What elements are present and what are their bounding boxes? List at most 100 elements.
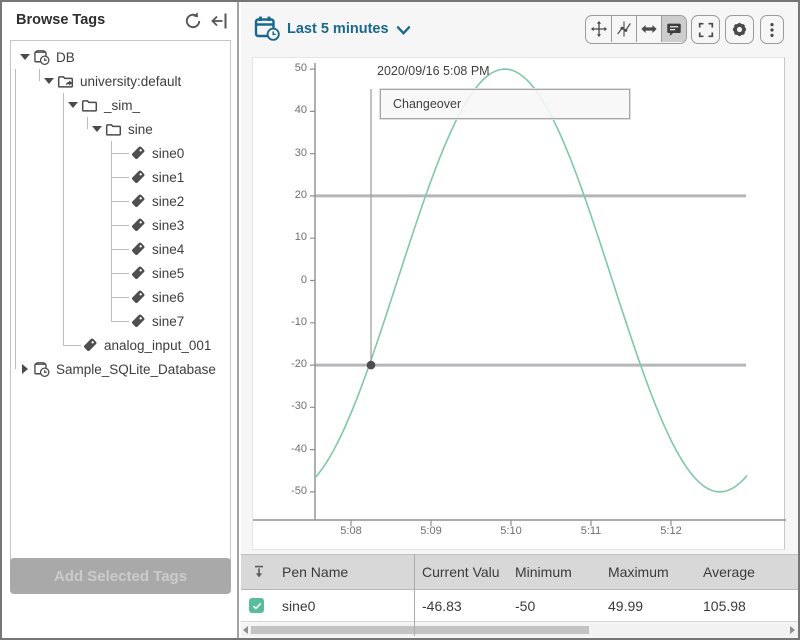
sine0-curve: [315, 69, 747, 492]
pen-row-sine0[interactable]: sine0 -46.83 -50 49.99 105.98: [241, 590, 798, 622]
chart-tools-group: [585, 15, 687, 44]
y-tick-label: -10: [253, 316, 307, 328]
tree-item-sine7[interactable]: sine7: [11, 309, 230, 333]
expander-spacer: [113, 189, 129, 213]
pin-icon: [251, 564, 267, 580]
tree-item-university:default[interactable]: university:default: [11, 69, 230, 93]
average-cell: 105.98: [703, 590, 746, 621]
tree-item-sine5[interactable]: sine5: [11, 261, 230, 285]
tree-item-label: university:default: [80, 74, 181, 89]
column-header-pen-name[interactable]: Pen Name: [282, 555, 348, 589]
time-range-selector[interactable]: Last 5 minutes: [287, 21, 389, 37]
pen-checkbox[interactable]: [249, 598, 264, 613]
browse-tags-panel: Browse Tags DB university:default _sim_sin…: [2, 2, 239, 638]
tree-item-sine1[interactable]: sine1: [11, 165, 230, 189]
maximum-cell: 49.99: [608, 590, 643, 621]
horizontal-scrollbar[interactable]: [241, 624, 798, 636]
y-tick-label: -50: [253, 485, 307, 497]
y-tick-label: -20: [253, 358, 307, 370]
tree-item-DB[interactable]: DB: [11, 45, 230, 69]
tree-item-label: sine0: [152, 146, 184, 161]
pen-table: Pen Name Current Valu Minimum Maximum Av…: [241, 554, 798, 638]
minimum-cell: -50: [515, 590, 535, 621]
trend-cursor-button[interactable]: [611, 16, 636, 42]
expander-spacer: [113, 141, 129, 165]
annotation-marker-dot[interactable]: [367, 361, 376, 370]
scrollbar-thumb[interactable]: [251, 626, 589, 634]
x-tick-label: 5:11: [569, 525, 613, 537]
tree-item-analog_input_001[interactable]: analog_input_001: [11, 333, 230, 357]
y-tick-label: -30: [253, 400, 307, 412]
annotation-box[interactable]: Changeover: [380, 89, 630, 119]
y-tick-label: 10: [253, 231, 307, 243]
tree-item-sine3[interactable]: sine3: [11, 213, 230, 237]
current-value-cell: -46.83: [422, 590, 462, 621]
tree-item-sine[interactable]: sine: [11, 117, 230, 141]
trend-cursor-icon: [615, 20, 633, 38]
expander-spacer: [113, 165, 129, 189]
check-icon: [251, 600, 263, 612]
folder-icon: [81, 97, 98, 114]
tree-item-Sample_SQLite_Database[interactable]: Sample_SQLite_Database: [11, 357, 230, 381]
column-header-current-value[interactable]: Current Valu: [422, 555, 500, 589]
tag-tree: DB university:default _sim_sine sine0 sine1 s…: [10, 40, 231, 589]
pen-name-cell: sine0: [282, 590, 315, 621]
calendar-clock-icon[interactable]: [254, 15, 281, 42]
fullscreen-button[interactable]: [691, 15, 720, 44]
db-icon: [33, 361, 50, 378]
x-tick-label: 5:12: [649, 525, 693, 537]
more-options-button[interactable]: [760, 15, 784, 44]
collapse-left-icon[interactable]: [209, 11, 229, 31]
tree-item-label: DB: [56, 50, 75, 65]
pan-button[interactable]: [586, 16, 611, 42]
refresh-icon[interactable]: [183, 11, 203, 31]
settings-button[interactable]: [725, 15, 754, 44]
column-header-minimum[interactable]: Minimum: [515, 555, 572, 589]
horizontal-range-icon: [640, 20, 658, 38]
expander-spacer: [113, 213, 129, 237]
trend-panel: Last 5 minutes 50403020100-10-20-30-40: [241, 2, 798, 638]
tree-item-_sim_[interactable]: _sim_: [11, 93, 230, 117]
column-header-average[interactable]: Average: [703, 555, 755, 589]
tree-item-sine4[interactable]: sine4: [11, 237, 230, 261]
expander-down-icon[interactable]: [65, 93, 81, 117]
db-icon: [33, 49, 50, 66]
add-selected-tags-button[interactable]: Add Selected Tags: [10, 558, 231, 594]
tree-item-sine6[interactable]: sine6: [11, 285, 230, 309]
y-tick-label: 40: [253, 104, 307, 116]
tree-item-label: sine2: [152, 194, 184, 209]
tree-item-label: Sample_SQLite_Database: [56, 362, 216, 377]
tree-item-sine0[interactable]: sine0: [11, 141, 230, 165]
x-tick-label: 5:09: [409, 525, 453, 537]
tree-item-label: sine5: [152, 266, 184, 281]
tree-item-label: analog_input_001: [104, 338, 211, 353]
tree-item-label: sine: [128, 122, 153, 137]
x-tick-label: 5:08: [329, 525, 373, 537]
browse-tags-header: Browse Tags: [2, 2, 237, 40]
more-kebab-icon: [763, 21, 781, 39]
scroll-right-arrow[interactable]: [790, 626, 795, 634]
chevron-down-icon[interactable]: [396, 25, 411, 36]
trend-chart[interactable]: 50403020100-10-20-30-40-50 5:085:095:105…: [252, 57, 785, 550]
pan-icon: [590, 20, 608, 38]
y-tick-label: 0: [253, 274, 307, 286]
y-tick-marks: [310, 69, 315, 492]
expander-right-icon[interactable]: [17, 357, 33, 381]
tree-item-label: sine6: [152, 290, 184, 305]
tag-icon: [129, 265, 146, 282]
scroll-left-arrow[interactable]: [243, 626, 248, 634]
expander-down-icon[interactable]: [41, 69, 57, 93]
pin-column-header[interactable]: [247, 555, 271, 589]
expander-spacer: [65, 333, 81, 357]
app-window: Browse Tags DB university:default _sim_sin…: [0, 0, 800, 640]
expander-down-icon[interactable]: [17, 45, 33, 69]
horizontal-range-button[interactable]: [636, 16, 661, 42]
column-header-maximum[interactable]: Maximum: [608, 555, 669, 589]
tag-icon: [129, 217, 146, 234]
tree-item-sine2[interactable]: sine2: [11, 189, 230, 213]
pen-table-header: Pen Name Current Valu Minimum Maximum Av…: [241, 554, 798, 590]
folder-icon: [105, 121, 122, 138]
expander-down-icon[interactable]: [89, 117, 105, 141]
annotation-button[interactable]: [661, 16, 686, 42]
tag-icon: [129, 289, 146, 306]
